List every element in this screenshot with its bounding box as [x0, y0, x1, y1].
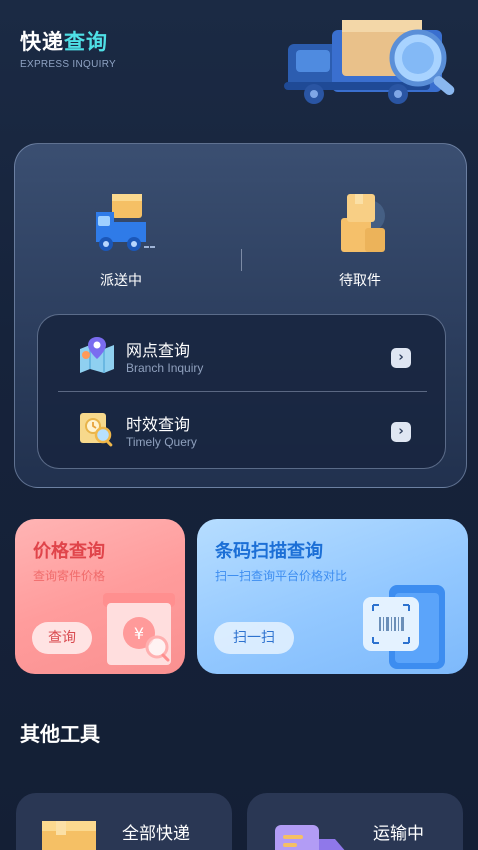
all-packages-icon [42, 821, 96, 850]
clock-search-icon [80, 413, 113, 447]
branch-inquiry-subtitle: Branch Inquiry [126, 361, 204, 375]
status-divider [241, 249, 242, 271]
price-query-button[interactable]: 查询 [32, 622, 92, 654]
barcode-card-title: 条码扫描查询 [215, 541, 323, 562]
branch-inquiry-row[interactable]: 网点查询 Branch Inquiry › [38, 317, 447, 389]
price-card-title: 价格查询 [33, 541, 105, 562]
truck-search-illustration-icon [284, 20, 455, 104]
other-tools-title: 其他工具 [20, 722, 100, 746]
in-transit-icon [275, 825, 345, 850]
barcode-scan-card[interactable]: 条码扫描查询 扫一扫查询平台价格对比 扫一扫 [197, 519, 468, 674]
chevron-right-icon[interactable]: › [391, 422, 411, 442]
status-label: 派送中 [100, 273, 142, 289]
status-panel: 派送中 待取件 网点查询 Branch Inquiry › 时效查询 Timel… [14, 143, 467, 488]
map-location-icon [80, 337, 114, 373]
in-transit-card[interactable]: 运输中 [247, 793, 463, 850]
barcode-card-subtitle: 扫一扫查询平台价格对比 [215, 569, 348, 583]
delivery-truck-icon [96, 194, 155, 251]
status-delivering[interactable]: 派送中 [61, 190, 181, 290]
price-inquiry-card[interactable]: 价格查询 查询寄件价格 ¥ 查询 [15, 519, 185, 674]
scan-button[interactable]: 扫一扫 [214, 622, 294, 654]
timely-query-subtitle: Timely Query [126, 435, 197, 449]
all-packages-label: 全部快递 [122, 824, 190, 844]
phone-scan-icon [363, 585, 445, 669]
status-awaiting-pickup[interactable]: 待取件 [300, 190, 420, 290]
timely-query-title: 时效查询 [126, 415, 191, 434]
header: 快递查询 EXPRESS INQUIRY [0, 0, 478, 120]
status-label: 待取件 [339, 273, 381, 289]
inquiry-list: 网点查询 Branch Inquiry › 时效查询 Timely Query … [37, 314, 446, 469]
package-stack-icon [341, 194, 385, 252]
svg-text:¥: ¥ [134, 624, 144, 643]
app-title: 快递查询 [20, 30, 108, 54]
branch-inquiry-title: 网点查询 [126, 341, 191, 360]
all-packages-card[interactable]: 全部快递 [16, 793, 232, 850]
in-transit-label: 运输中 [373, 824, 424, 844]
timely-query-row[interactable]: 时效查询 Timely Query › [38, 391, 447, 463]
app-subtitle: EXPRESS INQUIRY [20, 59, 117, 70]
chevron-right-icon[interactable]: › [391, 348, 411, 368]
price-card-subtitle: 查询寄件价格 [33, 569, 106, 583]
price-yuan-icon: ¥ [103, 593, 175, 665]
